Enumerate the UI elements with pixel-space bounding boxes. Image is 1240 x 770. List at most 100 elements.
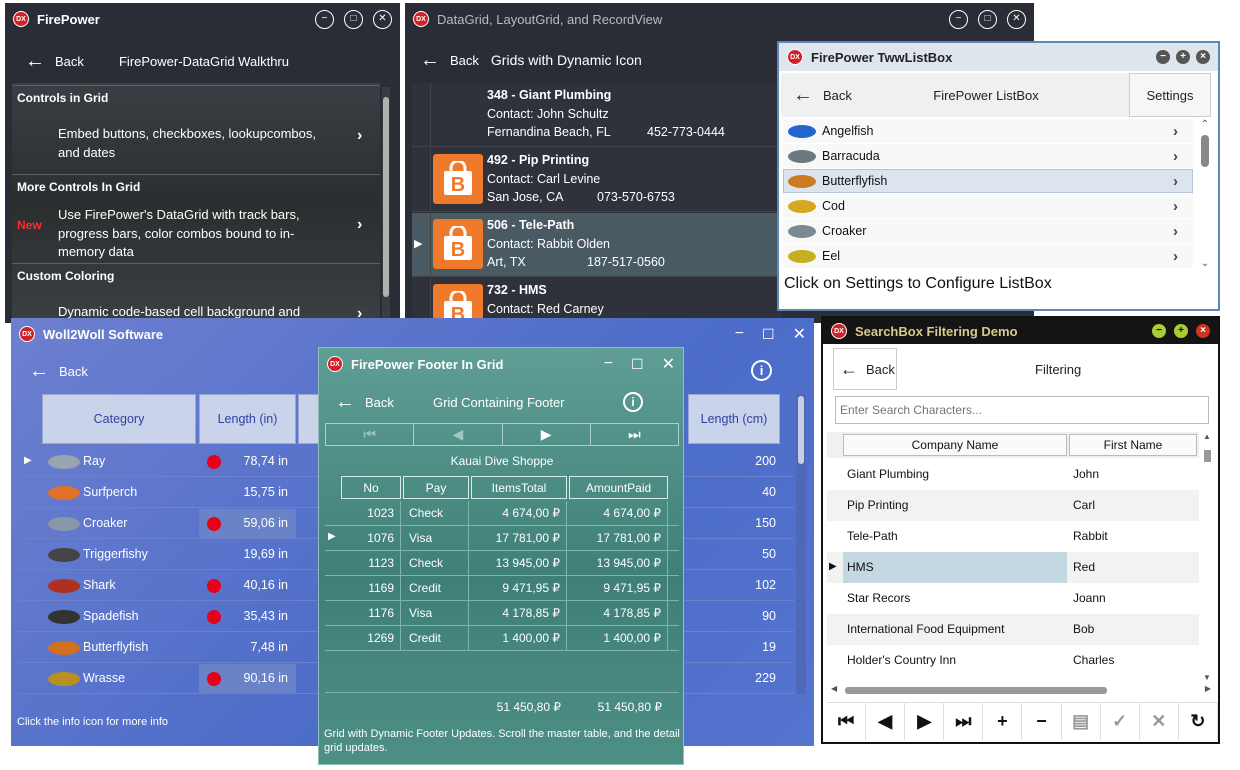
close-icon[interactable]: ✕ (793, 324, 806, 344)
prior-record-button[interactable]: ◀ (414, 424, 503, 445)
back-arrow-icon[interactable]: ← (29, 360, 49, 383)
length-in-value: 7,48 in (250, 640, 288, 654)
scrollbar[interactable] (382, 87, 390, 323)
maximize-icon[interactable]: ☐ (631, 356, 644, 373)
close-icon[interactable]: × (1196, 324, 1210, 338)
listbox-item[interactable]: Cod › (783, 194, 1193, 218)
scrollbar[interactable]: ⌃ ⌄ (1197, 119, 1213, 269)
maximize-icon[interactable]: □ (344, 9, 363, 29)
delete-record-icon[interactable]: − (1022, 703, 1062, 740)
back-arrow-icon[interactable]: ← (25, 50, 45, 73)
next-record-icon[interactable]: ▶ (905, 703, 945, 740)
listbox-item[interactable]: Eel › (783, 244, 1193, 268)
edit-record-icon[interactable]: ▤ (1062, 703, 1101, 740)
column-header[interactable]: Pay (403, 476, 469, 499)
back-arrow-icon[interactable]: ← (793, 84, 813, 107)
back-arrow-icon[interactable]: ← (335, 391, 355, 414)
listbox-item[interactable]: Croaker › (783, 219, 1193, 243)
settings-button[interactable]: Settings (1129, 73, 1211, 117)
back-button[interactable]: Back (59, 364, 88, 379)
maximize-icon[interactable]: ☐ (762, 326, 775, 343)
column-header[interactable]: Category (42, 394, 196, 444)
listbox-item[interactable]: Barracuda › (783, 144, 1193, 168)
column-header[interactable]: First Name (1069, 434, 1197, 456)
group-header: Controls in Grid (17, 91, 109, 105)
minimize-icon[interactable]: − (949, 9, 968, 29)
first-record-icon[interactable]: ⏮ (827, 703, 867, 740)
company-grid: Company Name First Name Giant Plumbing John… (827, 432, 1199, 682)
company-row[interactable]: Holder's Country Inn Charles (827, 645, 1199, 676)
back-button[interactable]: ← Back (833, 348, 897, 390)
row-gutter (430, 83, 431, 146)
post-record-icon[interactable]: ✓ (1101, 703, 1140, 740)
detail-cell: 1269 (341, 626, 401, 651)
refresh-icon[interactable]: ↻ (1179, 703, 1218, 740)
insert-record-icon[interactable]: + (983, 703, 1023, 740)
record-contact: Contact: John Schultz (487, 107, 609, 121)
record-row[interactable]: 348 - Giant Plumbing Contact: John Schult… (412, 83, 782, 147)
group-divider (12, 263, 380, 264)
company-row[interactable]: Pip Printing Carl (827, 490, 1199, 521)
detail-row[interactable]: 1123 Check 13 945,00 ₽13 945,00 ₽ (325, 551, 679, 576)
back-arrow-icon[interactable]: ← (420, 49, 440, 72)
company-row[interactable]: Tele-Path Rabbit (827, 521, 1199, 552)
detail-row[interactable]: ▶ 1076 Visa 17 781,00 ₽17 781,00 ₽ (325, 526, 679, 551)
company-row[interactable]: Star Recors Joann (827, 583, 1199, 614)
company-row[interactable]: International Food Equipment Bob (827, 614, 1199, 645)
column-header[interactable]: ItemsTotal (471, 476, 567, 499)
back-button[interactable]: Back (450, 53, 479, 68)
first-record-button[interactable]: ⏮ (326, 424, 415, 445)
last-record-icon[interactable]: ⏭ (944, 703, 984, 740)
column-header[interactable]: Company Name (843, 434, 1067, 456)
listbox-item[interactable]: Butterflyfish › (783, 169, 1193, 193)
close-icon[interactable]: ✕ (1007, 9, 1026, 29)
detail-row[interactable]: 1023 Check 4 674,00 ₽4 674,00 ₽ (325, 501, 679, 526)
back-button[interactable]: Back (365, 395, 394, 410)
detail-row[interactable]: 1169 Credit 9 471,95 ₽9 471,95 ₽ (325, 576, 679, 601)
column-header[interactable]: Length (cm) (688, 394, 780, 444)
record-row[interactable]: B 492 - Pip Printing Contact: Carl Levine S… (412, 148, 782, 212)
minimize-icon[interactable]: − (1156, 50, 1170, 64)
horizontal-scrollbar[interactable]: ◀ ▶ (831, 684, 1211, 696)
close-icon[interactable]: ✕ (662, 354, 675, 374)
close-icon[interactable]: ✕ (373, 9, 392, 29)
company-row[interactable]: Giant Plumbing John (827, 459, 1199, 490)
next-record-button[interactable]: ▶ (503, 424, 591, 445)
fish-icon (788, 249, 816, 263)
record-phone: 452-773-0444 (647, 125, 725, 139)
length-in-value: 78,74 in (243, 454, 288, 468)
minimize-icon[interactable]: − (1152, 324, 1166, 338)
walkthru-item[interactable]: New Use FirePower's DataGrid with track b… (12, 198, 380, 260)
detail-row[interactable]: 1176 Visa 4 178,85 ₽4 178,85 ₽ (325, 601, 679, 626)
column-header[interactable]: AmountPaid (569, 476, 668, 499)
close-icon[interactable]: × (1196, 50, 1210, 64)
back-button[interactable]: Back (823, 88, 852, 103)
last-record-button[interactable]: ⏭ (591, 424, 678, 445)
record-row[interactable]: B 732 - HMS Contact: Red Carney (412, 278, 782, 323)
record-row[interactable]: ▶ B 506 - Tele-Path Contact: Rabbit Olden Ar… (412, 213, 782, 277)
minimize-icon[interactable]: − (315, 9, 334, 29)
search-input[interactable] (835, 396, 1209, 424)
vertical-scrollbar[interactable]: ▲ ▼ (1201, 432, 1213, 682)
company-row[interactable]: ▶ HMS Red (827, 552, 1199, 583)
scrollbar[interactable] (796, 394, 806, 694)
maximize-icon[interactable]: □ (978, 9, 997, 29)
prior-record-icon[interactable]: ◀ (866, 703, 906, 740)
back-button[interactable]: Back (55, 54, 84, 69)
minimize-icon[interactable]: − (735, 325, 744, 343)
detail-row[interactable]: 1269 Credit 1 400,00 ₽1 400,00 ₽ (325, 626, 679, 651)
info-icon[interactable]: i (751, 360, 772, 381)
minimize-icon[interactable]: − (604, 355, 613, 373)
column-header[interactable]: No (341, 476, 401, 499)
cancel-record-icon[interactable]: ✕ (1140, 703, 1179, 740)
maximize-icon[interactable]: + (1176, 50, 1190, 64)
column-header[interactable]: Length (in) (199, 394, 296, 444)
maximize-icon[interactable]: + (1174, 324, 1188, 338)
status-dot-icon (207, 610, 221, 624)
length-in-cell: 35,43 in (199, 602, 296, 632)
walkthru-item[interactable]: Embed buttons, checkboxes, lookupcombos,… (12, 109, 380, 171)
detail-cell: 1169 (341, 576, 401, 601)
detail-cell: Visa (403, 526, 469, 551)
info-icon[interactable]: i (623, 392, 643, 412)
listbox-item[interactable]: Angelfish › (783, 119, 1193, 143)
